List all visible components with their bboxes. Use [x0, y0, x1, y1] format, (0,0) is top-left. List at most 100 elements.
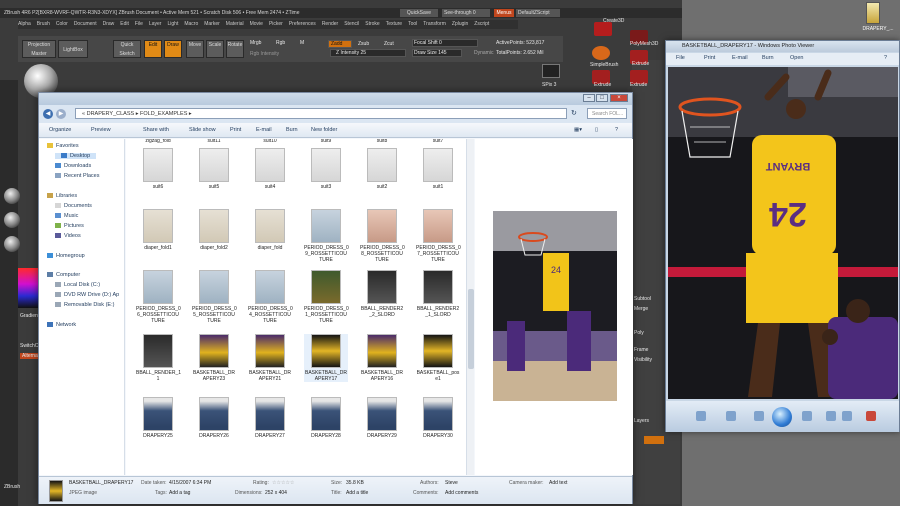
burn-menu[interactable]: Burn — [762, 55, 774, 61]
search-input[interactable]: Search FOL... — [587, 108, 627, 119]
zsub-toggle[interactable]: Zsub — [358, 41, 369, 47]
open-menu[interactable]: Open — [790, 55, 803, 61]
file-item[interactable]: PERIOD_DRESS_0 1_ROSSETTICOU TURE — [304, 270, 349, 324]
details-comments[interactable]: Add comments — [445, 490, 478, 496]
file-item[interactable]: suit5 — [192, 148, 236, 190]
zbrush-menu-item[interactable]: Stroke — [365, 21, 379, 27]
zbrush-menu-item[interactable]: Zscript — [474, 21, 489, 27]
zbrush-menu-item[interactable]: Layer — [149, 21, 162, 27]
edit-tool-button[interactable]: Edit — [144, 40, 162, 58]
lightbox-button[interactable]: LightBox — [58, 40, 88, 58]
file-item[interactable]: suit4 — [248, 148, 292, 190]
quicksave-button[interactable]: QuickSave — [400, 9, 438, 17]
gradient-label[interactable]: Gradient — [20, 313, 39, 319]
zbrush-menu-item[interactable]: Macro — [184, 21, 198, 27]
zbrush-menu-item[interactable]: Transform — [423, 21, 446, 27]
zbrush-orange-button[interactable] — [644, 436, 664, 444]
email-button[interactable]: E-mail — [256, 127, 272, 133]
breadcrumb-item[interactable]: FOLD_EXAMPLES — [140, 111, 187, 117]
file-item[interactable]: DRAPERY30 — [416, 397, 460, 439]
file-menu[interactable]: File — [676, 55, 685, 61]
zbrush-menu-item[interactable]: Tool — [408, 21, 417, 27]
delete-icon[interactable] — [866, 411, 876, 421]
file-item[interactable]: PERIOD_DRESS_0 7_ROSSETTICOU TURE — [416, 209, 461, 263]
email-menu[interactable]: E-mail — [732, 55, 748, 61]
rgb-toggle[interactable]: Rgb — [276, 40, 285, 46]
maximize-button[interactable]: □ — [596, 94, 608, 102]
file-item[interactable]: suit6 — [136, 148, 180, 190]
color-picker-swatch[interactable] — [18, 268, 38, 308]
back-icon[interactable]: ◀ — [43, 109, 53, 119]
file-item[interactable]: suit11 — [192, 139, 236, 144]
file-item[interactable]: DRAPERY27 — [248, 397, 292, 439]
zbrush-menu-item[interactable]: Preferences — [289, 21, 316, 27]
zbrush-menu-item[interactable]: Stencil — [344, 21, 359, 27]
computer-header[interactable]: Computer — [47, 272, 80, 278]
file-item[interactable]: BASKETBALL_DR APERY16 — [360, 334, 404, 382]
file-item[interactable]: suit8 — [360, 139, 404, 144]
rotate-right-icon[interactable] — [842, 411, 852, 421]
minimize-button[interactable]: – — [583, 94, 595, 102]
zbrush-menu-item[interactable]: Movie — [250, 21, 263, 27]
new-folder-button[interactable]: New folder — [311, 127, 337, 133]
right-tray-label[interactable]: Poly — [634, 330, 644, 336]
file-item[interactable]: DRAPERY25 — [136, 397, 180, 439]
actual-size-icon[interactable] — [726, 411, 736, 421]
rotate-tool-button[interactable]: Rotate — [226, 40, 244, 58]
libraries-header[interactable]: Libraries — [47, 193, 77, 199]
mrgb-toggle[interactable]: Mrgb — [250, 40, 261, 46]
nav-item-network[interactable]: Network — [47, 322, 76, 328]
vertical-scrollbar[interactable] — [466, 139, 474, 475]
file-item[interactable]: DRAPERY29 — [360, 397, 404, 439]
refresh-icon[interactable]: ↻ — [571, 109, 581, 119]
nav-item-documents[interactable]: Documents — [55, 203, 92, 209]
organize-button[interactable]: Organize — [49, 127, 71, 133]
nav-item-desktop[interactable]: Desktop — [55, 153, 97, 159]
file-item[interactable]: BASKETBALL_DR APERY21 — [248, 334, 292, 382]
file-item[interactable]: suit1 — [416, 148, 460, 190]
zbrush-menu-item[interactable]: Brush — [37, 21, 50, 27]
nav-item-videos[interactable]: Videos — [55, 233, 81, 239]
menus-button[interactable]: Menus — [494, 9, 514, 17]
nav-item-recent-places[interactable]: Recent Places — [55, 173, 99, 179]
scale-tool-button[interactable]: Scale — [206, 40, 224, 58]
file-item[interactable]: diaper_fold — [248, 209, 292, 251]
zcut-toggle[interactable]: Zcut — [384, 41, 394, 47]
nav-item-homegroup[interactable]: Homegroup — [47, 253, 85, 259]
desktop-folder-icon[interactable]: DRAPERY_... — [858, 0, 898, 36]
file-item[interactable]: suit7 — [416, 139, 460, 144]
file-item[interactable]: suit3 — [304, 148, 348, 190]
view-options-icon[interactable]: ▦▾ — [574, 127, 582, 133]
zbrush-menu-item[interactable]: Render — [322, 21, 338, 27]
nav-item-dvd-drive[interactable]: DVD RW Drive (D:) Ap — [55, 292, 119, 298]
zbrush-menu-item[interactable]: Light — [167, 21, 178, 27]
rating-stars[interactable]: ☆☆☆☆☆ — [272, 480, 294, 486]
burn-button[interactable]: Burn — [286, 127, 298, 133]
projection-master-button[interactable]: Projection Master — [22, 40, 56, 58]
print-menu[interactable]: Print — [704, 55, 715, 61]
zbrush-menu-item[interactable]: Color — [56, 21, 68, 27]
slide-show-button[interactable]: Slide show — [189, 127, 216, 133]
file-item[interactable]: zigzag_fold — [136, 139, 180, 144]
file-item[interactable]: suit2 — [360, 148, 404, 190]
zoom-icon[interactable] — [696, 411, 706, 421]
right-tray-label[interactable]: Merge — [634, 306, 648, 312]
address-bar[interactable]: « DRAPERY_CLASS ▸ FOLD_EXAMPLES ▸ — [75, 108, 567, 119]
zbrush-menu-item[interactable]: Material — [226, 21, 244, 27]
details-title[interactable]: Add a title — [346, 490, 368, 496]
file-item[interactable]: PERIOD_DRESS_0 5_ROSSETTICOU TURE — [192, 270, 237, 324]
zbrush-menu-item[interactable]: Document — [74, 21, 97, 27]
zbrush-menu-item[interactable]: Alpha — [18, 21, 31, 27]
dynamic-toggle[interactable]: Dynamic — [474, 50, 493, 56]
zbrush-menu-item[interactable]: Zplugin — [452, 21, 468, 27]
next-icon[interactable] — [802, 411, 812, 421]
preview-pane-icon[interactable]: ▯ — [595, 127, 598, 133]
create3d-icon[interactable] — [594, 22, 612, 36]
material-sphere-icon[interactable] — [4, 212, 20, 228]
nav-item-music[interactable]: Music — [55, 213, 78, 219]
file-item[interactable]: BBALL_RENDER_1 1 — [136, 334, 181, 382]
nav-item-pictures[interactable]: Pictures — [55, 223, 84, 229]
explorer-title-bar[interactable]: – □ × — [39, 93, 632, 105]
m-toggle[interactable]: M — [300, 40, 304, 46]
file-item[interactable]: DRAPERY28 — [304, 397, 348, 439]
